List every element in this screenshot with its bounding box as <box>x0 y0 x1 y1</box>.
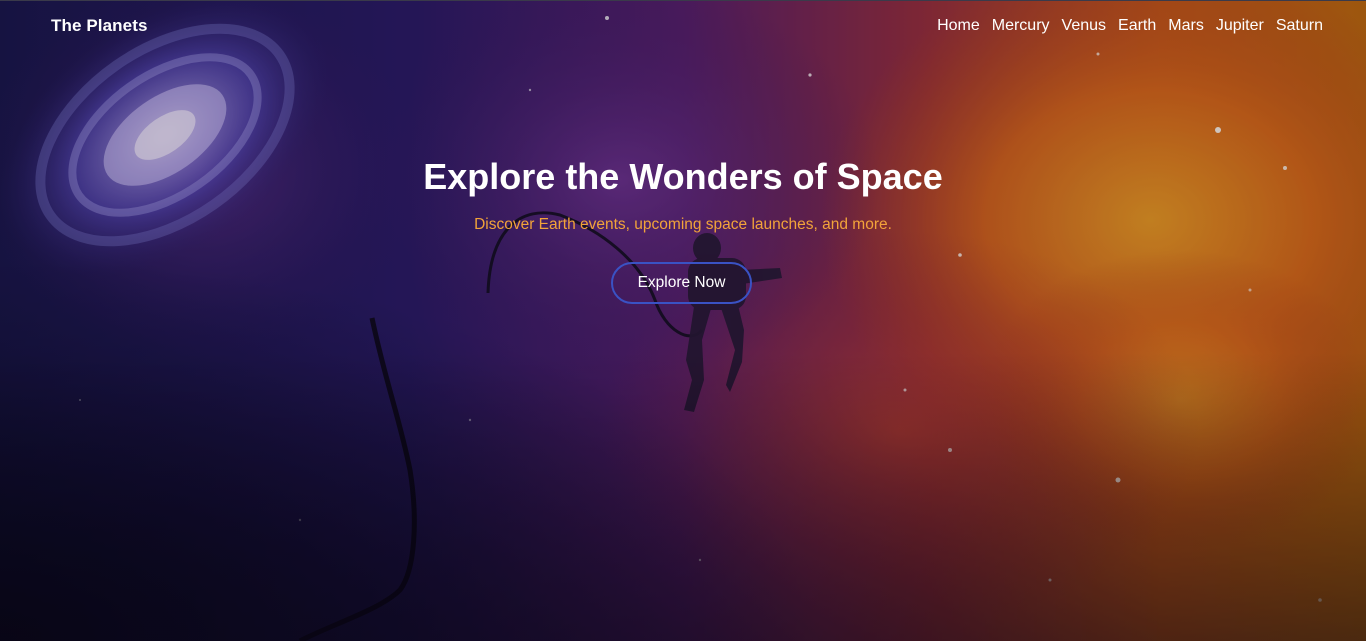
hero-title: Explore the Wonders of Space <box>423 156 943 197</box>
explore-now-button[interactable]: Explore Now <box>611 262 752 304</box>
hero-section: Explore the Wonders of Space Discover Ea… <box>0 0 1366 641</box>
hero-subtitle: Discover Earth events, upcoming space la… <box>474 216 892 233</box>
page: The Planets Home Mercury Venus Earth Mar… <box>0 0 1366 641</box>
